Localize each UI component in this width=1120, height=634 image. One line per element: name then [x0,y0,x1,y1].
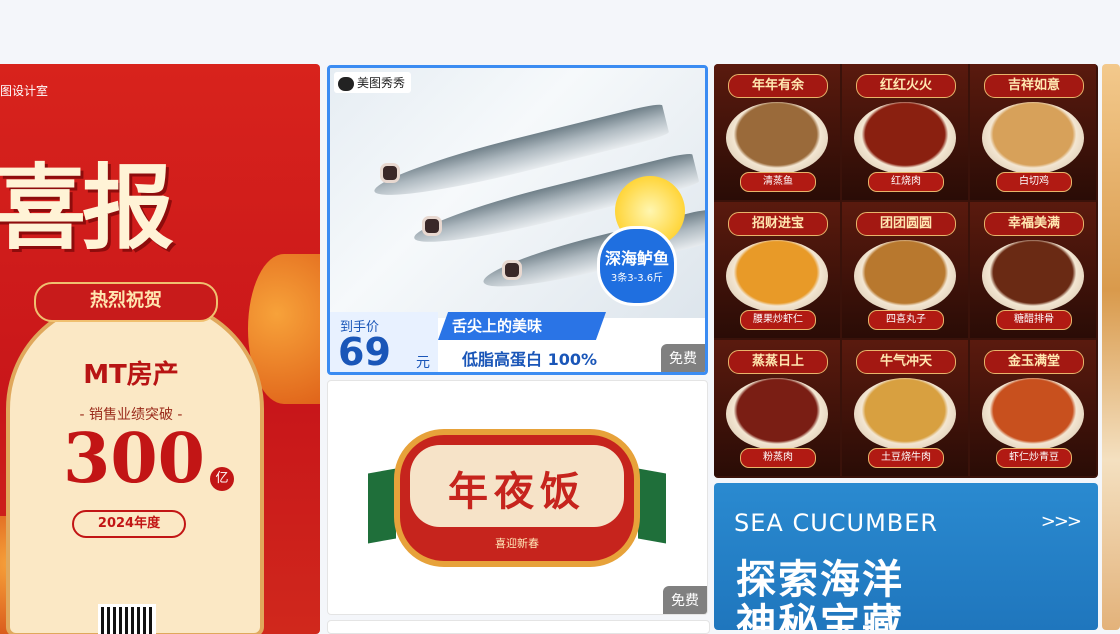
dish-image [982,378,1084,450]
menu-cell-title: 招财进宝 [728,212,828,236]
template-card-fish[interactable]: 美图秀秀 深海鲈鱼 3条3-3.6斤 到手价 69 元 舌尖上的美味 低脂高蛋白… [327,65,708,375]
menu-cell-title: 蒸蒸日上 [728,350,828,374]
menu-cell-name: 虾仁炒青豆 [996,448,1072,468]
template-card-xibao[interactable]: 图设计室 喜报 热烈祝贺 MT房产 - 销售业绩突破 - 300 亿 2024年… [0,64,320,634]
menu-cell: 团团圆圆 四喜丸子 [842,202,968,338]
meitu-logo-icon [338,76,354,91]
arrows-icon: >>> [1040,511,1082,532]
template-card-partial[interactable] [327,620,710,634]
menu-cell: 蒸蒸日上 粉蒸肉 [714,340,840,476]
poster-headline: 喜报 [0,154,174,262]
menu-cell-title: 牛气冲天 [856,350,956,374]
menu-cell: 吉祥如意 白切鸡 [970,64,1096,200]
fish-eye-icon-3 [502,260,522,280]
menu-cell-name: 白切鸡 [996,172,1072,192]
free-tag: 免费 [661,344,705,372]
fish-eye-icon [380,163,400,183]
company-name: MT房产 [83,360,179,390]
badge-title: 深海鲈鱼 [604,249,669,268]
menu-cell-name: 土豆烧牛肉 [868,448,944,468]
template-card-sea-cucumber[interactable]: SEA CUCUMBER >>> 探索海洋 神秘宝藏 [714,483,1098,630]
top-bar [0,0,1120,62]
emblem-title: 年夜饭 [448,468,586,515]
template-card-edge[interactable] [1102,64,1120,630]
nianyefan-emblem: 年夜饭 喜迎新春 [394,429,640,567]
product-badge: 深海鲈鱼 3条3-3.6斤 [597,226,677,306]
dish-image [726,240,828,312]
scroll-right-decoration [638,468,666,544]
template-card-nianyefan[interactable]: 年夜饭 喜迎新春 免费 [327,380,708,615]
menu-cell-title: 幸福美满 [984,212,1084,236]
dish-image [854,378,956,450]
menu-cell-name: 糖醋排骨 [996,310,1072,330]
dish-image [854,102,956,174]
menu-cell-name: 四喜丸子 [868,310,944,330]
poster-number: 300 [63,419,205,499]
sea-en-title: SEA CUCUMBER [734,509,939,537]
poster-unit: 亿 [210,467,234,491]
dish-image [982,240,1084,312]
template-card-menu[interactable]: 年年有余 清蒸鱼 红红火火 红烧肉 吉祥如意 白切鸡 招财进宝 腰果炒虾仁 团团圆圆 四喜丸子 幸福… [714,64,1098,478]
price-unit: 元 [416,355,430,371]
slogan-1: 舌尖上的美味 [438,312,606,340]
poster-ribbon: 热烈祝贺 [34,282,218,322]
menu-cell-title: 年年有余 [728,74,828,98]
scroll-left-decoration [368,468,396,544]
poster-year: 2024年度 [72,510,186,538]
menu-cell-title: 吉祥如意 [984,74,1084,98]
dish-image [726,102,828,174]
badge-sub: 3条3-3.6斤 [610,273,664,284]
menu-cell: 金玉满堂 虾仁炒青豆 [970,340,1096,476]
menu-cell: 牛气冲天 土豆烧牛肉 [842,340,968,476]
menu-cell-name: 腰果炒虾仁 [740,310,816,330]
fish-eye-icon-2 [422,216,442,236]
free-tag: 免费 [663,586,707,614]
price-box: 到手价 69 元 [330,312,438,374]
price-value: 69 [338,330,391,374]
menu-cell-name: 红烧肉 [868,172,944,192]
menu-cell-title: 金玉满堂 [984,350,1084,374]
menu-cell: 幸福美满 糖醋排骨 [970,202,1096,338]
menu-cell-title: 团团圆圆 [856,212,956,236]
dish-image [726,378,828,450]
dish-image [982,102,1084,174]
menu-cell-name: 粉蒸肉 [740,448,816,468]
sea-zh-line2: 神秘宝藏 [736,601,904,630]
menu-cell-name: 清蒸鱼 [740,172,816,192]
menu-cell: 红红火火 红烧肉 [842,64,968,200]
menu-cell-title: 红红火火 [856,74,956,98]
menu-cell: 年年有余 清蒸鱼 [714,64,840,200]
logo-text: 美图秀秀 [357,76,406,90]
emblem-inner: 年夜饭 [410,445,624,527]
emblem-subtitle: 喜迎新春 [495,537,539,550]
studio-label: 图设计室 [0,84,49,98]
meitu-logo: 美图秀秀 [334,72,412,93]
dish-image [854,240,956,312]
menu-cell: 招财进宝 腰果炒虾仁 [714,202,840,338]
